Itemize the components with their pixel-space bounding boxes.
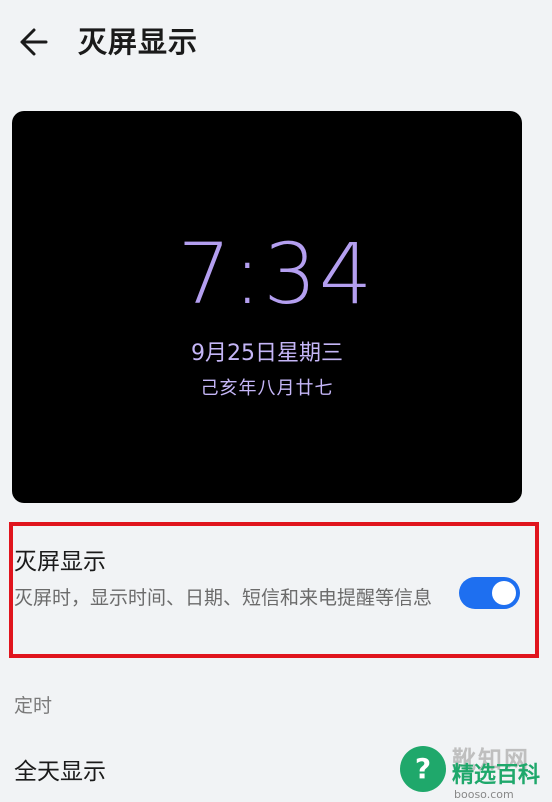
watermark-domain-text: booso.com [454, 788, 514, 801]
aod-setting-description: 灭屏时，显示时间、日期、短信和来电提醒等信息 [14, 587, 433, 609]
arrow-left-icon [20, 28, 48, 56]
toggle-knob [492, 581, 516, 605]
page-title: 灭屏显示 [78, 25, 199, 59]
watermark-brand-text: 精选百科 [452, 763, 541, 788]
back-button[interactable] [12, 22, 52, 62]
preview-clock: 7:34 [177, 225, 375, 323]
aod-toggle-switch[interactable] [459, 577, 520, 609]
preview-date: 9月25日星期三 [191, 341, 343, 366]
preview-lunar-date: 己亥年八月廿七 [200, 378, 334, 399]
header: 灭屏显示 [0, 0, 552, 84]
schedule-section-label: 定时 [14, 695, 53, 717]
all-day-display-option[interactable]: 全天显示 [14, 756, 106, 788]
watermark-logo: ? 靴知网 精选百科 booso.com [394, 740, 552, 802]
question-mark-icon: ? [400, 746, 446, 792]
aod-setting-title: 灭屏显示 [14, 549, 106, 575]
